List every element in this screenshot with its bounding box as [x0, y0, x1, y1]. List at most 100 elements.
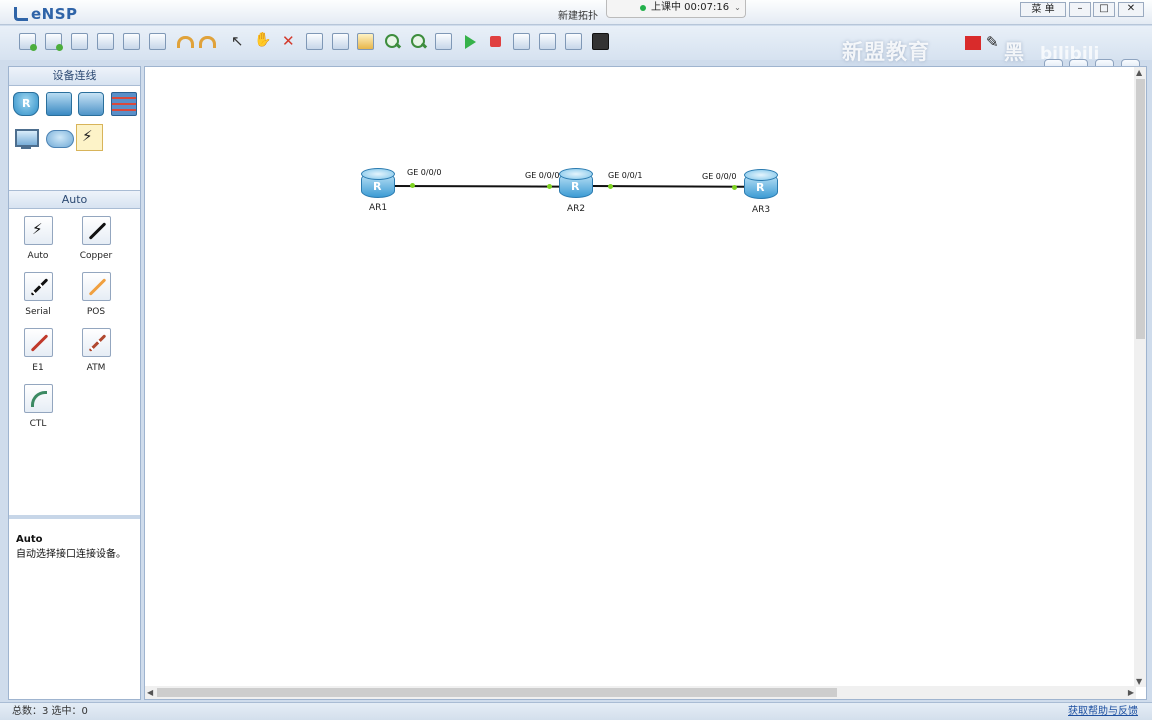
router-top: [361, 168, 395, 180]
pos-cable-icon: [88, 278, 107, 296]
scroll-down-icon[interactable]: ▼: [1136, 677, 1142, 686]
port-label: GE 0/0/0: [525, 171, 560, 180]
router-top: [559, 168, 593, 180]
auto-cable-icon: [32, 220, 43, 238]
scroll-left-icon[interactable]: ◀: [147, 688, 153, 697]
cable-ctl-button[interactable]: [24, 384, 53, 413]
cable-auto-button[interactable]: [24, 216, 53, 245]
new-topology-icon[interactable]: [19, 33, 37, 51]
link-ar2-ar3[interactable]: [591, 185, 745, 188]
menu-button[interactable]: 菜 单: [1020, 2, 1066, 17]
e1-cable-icon: [30, 334, 49, 352]
cable-serial-button[interactable]: [24, 272, 53, 301]
class-status-pill[interactable]: 上课中 00:07:16 ⌄: [606, 0, 746, 18]
router-ar3[interactable]: R: [744, 169, 778, 199]
capture-icon[interactable]: [513, 33, 530, 50]
cable-label: POS: [86, 307, 106, 317]
vertical-scrollbar[interactable]: ▲ ▼: [1134, 67, 1146, 687]
cable-copper-button[interactable]: [82, 216, 111, 245]
save-icon[interactable]: [97, 33, 114, 50]
cable-atm-button[interactable]: [82, 328, 111, 357]
router-icon: R: [571, 180, 580, 193]
class-status-text: 上课中 00:07:16: [651, 2, 730, 13]
chevron-down-icon: ⌄: [734, 3, 741, 12]
cables-header: Auto: [9, 190, 140, 209]
ensp-logo-icon: [14, 7, 28, 21]
description-text: 自动选择接口连接设备。: [16, 549, 126, 560]
title-bar: eNSP 新建拓扑 上课中 00:07:16 ⌄ 菜 单 – □ ✕: [0, 0, 1152, 25]
palette-icon[interactable]: [357, 33, 374, 50]
record-icon: [965, 36, 981, 50]
horizontal-scrollbar[interactable]: ◀ ▶: [145, 686, 1136, 699]
firewall-category-icon[interactable]: [111, 92, 137, 116]
help-feedback-link[interactable]: 获取帮助与反馈: [1068, 703, 1138, 720]
live-dot-icon: [640, 5, 646, 11]
cable-label: Auto: [27, 251, 49, 261]
open-icon[interactable]: [71, 33, 88, 50]
serial-cable-icon: [30, 278, 49, 296]
scroll-right-icon[interactable]: ▶: [1128, 688, 1134, 697]
fit-view-icon[interactable]: [435, 33, 452, 50]
status-bar: 总数：3 选中：0 获取帮助与反馈: [0, 702, 1152, 720]
cable-label: ATM: [86, 363, 106, 373]
router-icon: R: [373, 180, 382, 193]
cloud-category-icon[interactable]: [46, 125, 74, 149]
select-cursor-icon[interactable]: [228, 32, 245, 50]
cable-e1-button[interactable]: [24, 328, 53, 357]
router-icon: R: [756, 181, 765, 194]
port-label: GE 0/0/1: [608, 171, 643, 180]
watermark-text: 新盟教育: [842, 40, 930, 64]
undo-icon[interactable]: [175, 33, 194, 50]
port-label: GE 0/0/0: [407, 168, 442, 177]
zoom-out-icon[interactable]: [410, 33, 427, 50]
cable-label: Serial: [25, 307, 51, 317]
maximize-button[interactable]: □: [1093, 2, 1115, 17]
delete-link-icon[interactable]: [306, 33, 323, 50]
minimize-button[interactable]: –: [1069, 2, 1091, 17]
description-area: Auto 自动选择接口连接设备。: [9, 515, 140, 699]
text-label-icon[interactable]: [332, 33, 349, 50]
horizontal-scroll-thumb[interactable]: [157, 688, 837, 697]
port-indicator: [410, 183, 415, 188]
cable-pos-button[interactable]: [82, 272, 111, 301]
cable-category-icon[interactable]: [76, 124, 103, 151]
screenshot-icon[interactable]: [592, 33, 609, 50]
bilibili-watermark: bilibili: [1040, 44, 1100, 64]
app-name: eNSP: [31, 5, 78, 23]
full-screen-icon[interactable]: [565, 33, 582, 50]
scroll-up-icon[interactable]: ▲: [1136, 68, 1142, 77]
print-icon[interactable]: [149, 33, 166, 50]
topology-icon[interactable]: [539, 33, 556, 50]
port-indicator: [732, 185, 737, 190]
cable-label: E1: [32, 363, 44, 373]
left-panel: 设备连线 Auto Auto Copper Serial POS E1 ATM …: [8, 66, 141, 700]
pc-category-icon[interactable]: [13, 127, 39, 151]
selection-summary: 总数：3 选中：0: [12, 706, 88, 717]
cable-label: CTL: [29, 419, 47, 429]
close-button[interactable]: ✕: [1118, 2, 1144, 17]
router-top: [744, 169, 778, 181]
new-example-icon[interactable]: [45, 33, 63, 51]
router-ar2[interactable]: R: [559, 168, 593, 198]
topology-canvas[interactable]: GE 0/0/0 GE 0/0/0 GE 0/0/1 GE 0/0/0 R AR…: [144, 66, 1147, 700]
ctl-cable-icon: [31, 391, 47, 407]
save-as-icon[interactable]: [123, 33, 140, 50]
wlan-category-icon[interactable]: [78, 92, 104, 116]
redo-icon[interactable]: [201, 33, 218, 50]
link-ar1-ar2[interactable]: [393, 185, 561, 188]
hand-pan-icon[interactable]: [254, 32, 271, 50]
zoom-in-icon[interactable]: [384, 33, 401, 50]
cable-label: Copper: [79, 251, 113, 261]
pen-icon: [986, 33, 1002, 51]
node-label-ar2: AR2: [567, 204, 586, 214]
node-label-ar1: AR1: [369, 203, 388, 213]
port-label: GE 0/0/0: [702, 172, 737, 181]
router-category-icon[interactable]: [13, 92, 39, 116]
start-device-icon[interactable]: [461, 33, 478, 50]
window-title: 新建拓扑: [558, 11, 598, 22]
router-ar1[interactable]: R: [361, 168, 395, 198]
vertical-scroll-thumb[interactable]: [1136, 79, 1145, 339]
stop-device-icon[interactable]: [487, 33, 504, 50]
delete-icon[interactable]: [280, 32, 297, 50]
switch-category-icon[interactable]: [46, 92, 72, 116]
